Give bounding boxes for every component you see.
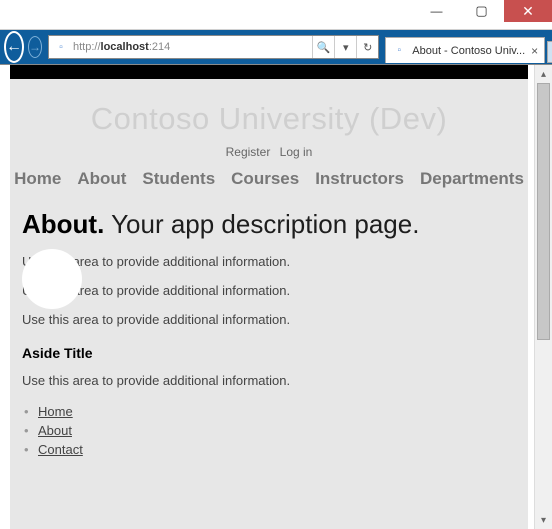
url-scheme: http://: [73, 41, 101, 53]
menu-departments[interactable]: Departments: [420, 169, 524, 189]
body-paragraph: Use this area to provide additional info…: [10, 283, 528, 312]
window-close-button[interactable]: ✕: [504, 0, 552, 22]
heading-strong: About.: [22, 209, 104, 239]
footer-link-contact[interactable]: Contact: [38, 442, 83, 457]
login-link[interactable]: Log in: [280, 145, 313, 159]
browser-tab[interactable]: ▫ About - Contoso Univ... ×: [385, 37, 545, 63]
page-top-bar: [10, 65, 528, 79]
account-links: Register Log in: [10, 145, 528, 169]
address-input[interactable]: [170, 37, 312, 57]
tab-title: About - Contoso Univ...: [412, 45, 525, 57]
menu-instructors[interactable]: Instructors: [315, 169, 404, 189]
menu-home[interactable]: Home: [14, 169, 61, 189]
body-paragraph: Use this area to provide additional info…: [10, 312, 528, 341]
vertical-scrollbar[interactable]: ▴ ▾: [534, 65, 552, 529]
register-link[interactable]: Register: [226, 145, 271, 159]
page-heading: About. Your app description page.: [10, 203, 528, 254]
refresh-icon[interactable]: ↻: [356, 36, 378, 58]
address-bar[interactable]: ▫ http://localhost:214 🔍 ▾ ↻: [48, 35, 379, 59]
scroll-track[interactable]: [535, 83, 552, 511]
menu-about[interactable]: About: [77, 169, 126, 189]
tab-strip: ▫ About - Contoso Univ... × ▫: [385, 31, 552, 63]
aside-title: Aside Title: [10, 341, 528, 373]
list-item: Home: [38, 402, 516, 421]
scroll-thumb[interactable]: [537, 83, 550, 340]
window-titlebar: — ▢ ✕: [0, 0, 552, 30]
menu-students[interactable]: Students: [142, 169, 215, 189]
tab-favicon-icon: ▫: [392, 44, 406, 58]
heading-text: Your app description page.: [104, 209, 419, 239]
main-menu: Home About Students Courses Instructors …: [10, 169, 528, 203]
nav-back-button[interactable]: ←: [4, 31, 24, 63]
aside-paragraph: Use this area to provide additional info…: [10, 373, 528, 402]
browser-viewport: Contoso University (Dev) Register Log in…: [0, 64, 552, 529]
footer-links: Home About Contact: [10, 402, 528, 459]
tab-close-icon[interactable]: ×: [531, 44, 538, 58]
address-dropdown-icon[interactable]: ▾: [334, 36, 356, 58]
list-item: About: [38, 421, 516, 440]
scroll-up-icon[interactable]: ▴: [535, 65, 552, 83]
footer-link-about[interactable]: About: [38, 423, 72, 438]
menu-courses[interactable]: Courses: [231, 169, 299, 189]
new-tab-button[interactable]: ▫: [547, 41, 552, 63]
footer-link-home[interactable]: Home: [38, 404, 73, 419]
window-minimize-button[interactable]: —: [414, 0, 459, 22]
nav-forward-button[interactable]: →: [28, 36, 42, 58]
browser-nav-bar: ← → ▫ http://localhost:214 🔍 ▾ ↻ ▫ About…: [0, 30, 552, 64]
page-content: Contoso University (Dev) Register Log in…: [10, 65, 528, 529]
site-brand: Contoso University (Dev): [10, 79, 528, 145]
url-rest: :214: [149, 41, 170, 53]
body-paragraph: Use this area to provide additional info…: [10, 254, 528, 283]
window-maximize-button[interactable]: ▢: [459, 0, 504, 22]
list-item: Contact: [38, 440, 516, 459]
scroll-down-icon[interactable]: ▾: [535, 511, 552, 529]
profile-avatar-placeholder: [22, 249, 82, 309]
url-host: localhost: [101, 41, 149, 53]
page-favicon-icon: ▫: [53, 39, 69, 55]
search-icon[interactable]: 🔍: [312, 36, 334, 58]
